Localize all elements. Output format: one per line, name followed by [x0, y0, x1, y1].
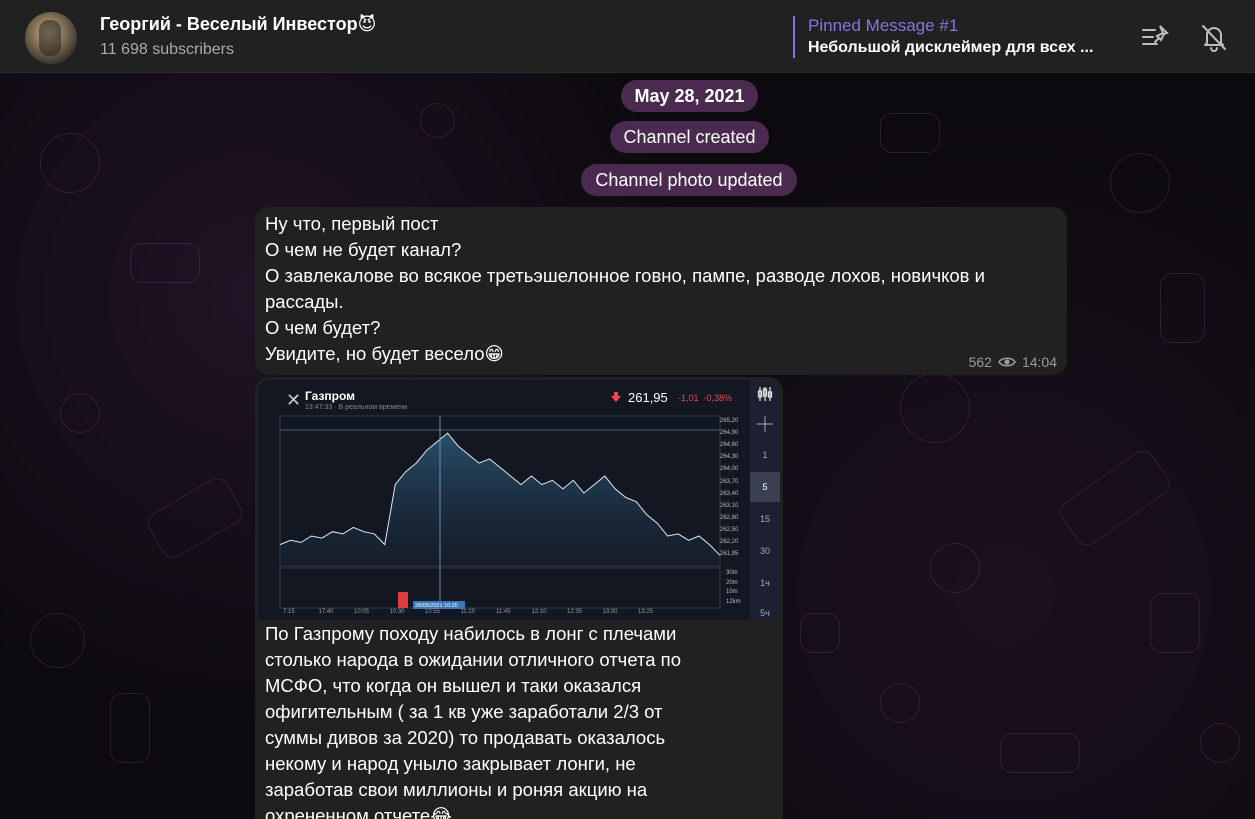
- y-tick-label: 261,95: [720, 551, 739, 558]
- x-tick-label: 12:35: [567, 609, 583, 615]
- doodle: [1055, 445, 1175, 551]
- doodle: [1110, 153, 1170, 213]
- pinned-message[interactable]: Pinned Message #1 Небольшой дисклеймер д…: [793, 16, 1093, 58]
- price-chart: 28/05/2021 10:20: [279, 415, 721, 609]
- candlestick-icon[interactable]: [757, 386, 773, 402]
- message-bubble-with-photo[interactable]: ✕ Газпром 13:47:33 · В реальном времени …: [255, 377, 783, 819]
- message-line: рассады.: [265, 291, 344, 312]
- doodle: [60, 393, 100, 433]
- crosshair-icon[interactable]: [757, 416, 773, 432]
- y-tick-label: 264,30: [720, 454, 739, 461]
- y-tick-label: 263,40: [720, 490, 739, 497]
- volume-bar: [398, 592, 408, 608]
- doodle: [880, 113, 940, 153]
- message-line: По Газпрому походу набилось в лонг с пле…: [265, 623, 677, 644]
- date-separator: May 28, 2021: [621, 80, 758, 112]
- volume-tick-label: 12km: [726, 598, 741, 605]
- message-line: суммы дивов за 2020) то продавать оказал…: [265, 727, 666, 748]
- message-line: Увидите, но будет весело😁: [265, 343, 504, 364]
- timeframe-button[interactable]: 1ч: [750, 568, 780, 598]
- view-count: 562: [968, 354, 992, 370]
- message-bubble[interactable]: Ну что, первый пост О чем не будет канал…: [255, 207, 1067, 375]
- x-tick-label: 10:55: [425, 609, 441, 615]
- x-tick-label: 10:05: [354, 609, 370, 615]
- eye-icon: [998, 357, 1016, 367]
- x-tick-label: 11:20: [460, 609, 476, 615]
- message-line: О чем не будет канал?: [265, 239, 462, 260]
- message-line: некому и народ уныло закрывает лонги, не: [265, 753, 636, 774]
- doodle: [130, 243, 200, 283]
- channel-title[interactable]: Георгий - Веселый Инвестор😈: [100, 14, 376, 35]
- chat-header: Георгий - Веселый Инвестор😈 11 698 subsc…: [0, 0, 1255, 73]
- message-line: О завлекалове во всякое третьэшелонное г…: [265, 265, 985, 286]
- doodle: [30, 613, 85, 668]
- x-tick-label: 12:10: [531, 609, 547, 615]
- service-channel-created: Channel created: [610, 121, 769, 153]
- x-tick-label: 10:30: [389, 609, 405, 615]
- message-time: 14:04: [1021, 354, 1057, 370]
- doodle: [900, 373, 970, 443]
- doodle: [930, 543, 980, 593]
- message-line: Ну что, первый пост: [265, 213, 439, 234]
- volume-tick-label: 20m: [726, 579, 738, 586]
- timeframe-button-active[interactable]: 5: [750, 472, 780, 502]
- message-line: офигительным ( за 1 кв уже заработали 2/…: [265, 701, 663, 722]
- y-tick-label: 265,20: [720, 418, 739, 424]
- pinned-message-text: Небольшой дисклеймер для всех ...: [808, 39, 1094, 56]
- volume-plot-frame: [279, 567, 721, 609]
- x-tick-label: 7:15: [283, 609, 295, 615]
- x-tick-label: 11:45: [496, 609, 511, 615]
- doodle: [800, 613, 840, 653]
- message-text: Ну что, первый пост О чем не будет канал…: [265, 211, 1060, 367]
- channel-avatar[interactable]: [25, 12, 77, 64]
- timeframe-button[interactable]: 5ч: [750, 598, 780, 620]
- y-tick-label: 263,70: [720, 478, 739, 485]
- chart-photo[interactable]: ✕ Газпром 13:47:33 · В реальном времени …: [258, 380, 780, 620]
- pinned-message-label: Pinned Message #1: [808, 16, 959, 35]
- timeframe-button[interactable]: 30: [750, 536, 780, 566]
- doodle: [420, 103, 455, 138]
- message-line: столько народа в ожидании отличного отче…: [265, 649, 681, 670]
- y-tick-label: 264,60: [720, 442, 739, 449]
- bell-muted-icon[interactable]: [1199, 22, 1229, 52]
- doodle: [1200, 723, 1240, 763]
- chart-timeframe-toolbar: 1 5 15 30 1ч 5ч: [750, 380, 780, 620]
- pinned-list-icon[interactable]: [1140, 22, 1170, 52]
- timeframe-button[interactable]: 15: [750, 504, 780, 534]
- doodle: [880, 683, 920, 723]
- x-tick-label: 17:40: [318, 609, 334, 615]
- y-tick-label: 262,20: [720, 539, 739, 545]
- volume-tick-label: 10m: [726, 589, 738, 595]
- timeframe-button[interactable]: 1: [750, 440, 780, 470]
- y-tick-label: 264,00: [720, 466, 739, 473]
- message-text: По Газпрому походу набилось в лонг с пле…: [265, 621, 775, 819]
- doodle: [40, 133, 100, 193]
- y-tick-label: 262,50: [720, 526, 739, 533]
- message-line: заработав свои миллионы и роняя акцию на: [265, 779, 648, 800]
- service-channel-photo-updated: Channel photo updated: [581, 164, 797, 196]
- doodle: [1150, 593, 1200, 653]
- price-area: [280, 433, 720, 566]
- doodle: [143, 473, 247, 563]
- message-line: О чем будет?: [265, 317, 381, 338]
- y-tick-label: 262,80: [720, 514, 739, 521]
- volume-tick-label: 30m: [726, 570, 738, 576]
- doodle: [1160, 273, 1205, 343]
- message-meta: 562 14:04: [969, 354, 1057, 370]
- message-line: МСФО, что когда он вышел и таки оказался: [265, 675, 642, 696]
- y-tick-label: 264,90: [720, 430, 739, 437]
- x-tick-label: 13:00: [602, 609, 618, 615]
- subscriber-count: 11 698 subscribers: [100, 41, 234, 58]
- x-tick-label: 13:25: [638, 609, 654, 615]
- y-tick-label: 263,10: [720, 502, 739, 509]
- message-line: охрененном отчете😂: [265, 805, 452, 819]
- doodle: [110, 693, 150, 763]
- doodle: [1000, 733, 1080, 773]
